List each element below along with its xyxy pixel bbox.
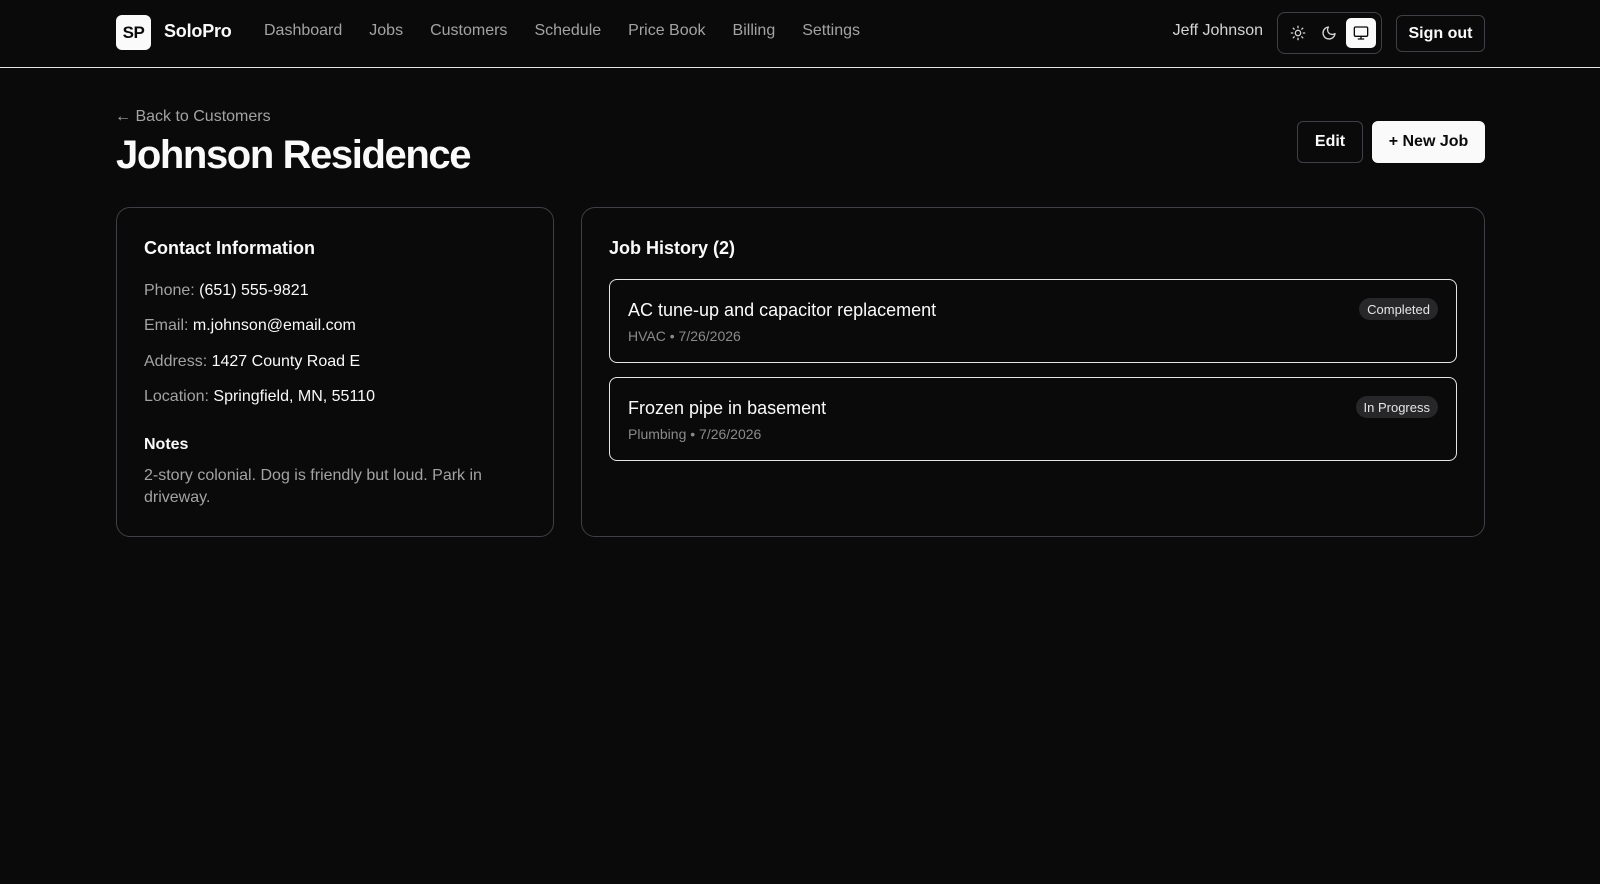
job-title: Frozen pipe in basement (628, 398, 827, 418)
status-badge: Completed (1359, 298, 1438, 320)
top-navigation-bar: SP SoloPro Dashboard Jobs Customers Sche… (0, 0, 1600, 68)
monitor-icon (1353, 26, 1369, 40)
job-item[interactable]: AC tune-up and capacitor replacement HVA… (609, 279, 1457, 363)
new-job-button[interactable]: + New Job (1372, 121, 1485, 163)
address-label: Address: (144, 353, 208, 370)
nav-item-billing[interactable]: Billing (733, 22, 776, 40)
location-row: Location: Springfield, MN, 55110 (144, 388, 375, 406)
theme-system-button[interactable] (1346, 18, 1377, 48)
contact-card-title: Contact Information (144, 238, 315, 258)
page-title: Johnson Residence (116, 133, 471, 177)
user-name: Jeff Johnson (1172, 22, 1263, 39)
nav-item-price-book[interactable]: Price Book (628, 22, 705, 40)
contact-information-card: Contact Information Phone: (651) 555-982… (116, 207, 554, 537)
back-to-customers-link[interactable]: ← Back to Customers (115, 108, 271, 126)
address-value: 1427 County Road E (211, 353, 361, 370)
sun-icon (1290, 25, 1306, 41)
phone-row: Phone: (651) 555-9821 (144, 282, 309, 300)
status-badge: In Progress (1355, 396, 1438, 418)
location-value: Springfield, MN, 55110 (213, 388, 375, 405)
app-name[interactable]: SoloPro (164, 21, 232, 42)
job-title: AC tune-up and capacitor replacement (628, 300, 937, 320)
phone-label: Phone: (144, 282, 195, 299)
edit-button[interactable]: Edit (1297, 121, 1363, 163)
main-nav: Dashboard Jobs Customers Schedule Price … (264, 22, 887, 40)
phone-value[interactable]: (651) 555-9821 (199, 282, 308, 299)
job-history-card: Job History (2) AC tune-up and capacitor… (581, 207, 1485, 537)
nav-item-jobs[interactable]: Jobs (369, 22, 403, 40)
job-history-title: Job History (2) (609, 238, 736, 258)
sign-out-button[interactable]: Sign out (1396, 15, 1485, 52)
theme-light-button[interactable] (1283, 18, 1313, 48)
nav-item-settings[interactable]: Settings (802, 22, 860, 40)
job-meta: HVAC • 7/26/2026 (628, 328, 741, 344)
notes-title: Notes (144, 436, 189, 453)
location-label: Location: (144, 388, 209, 405)
job-item[interactable]: Frozen pipe in basement Plumbing • 7/26/… (609, 377, 1457, 461)
job-meta: Plumbing • 7/26/2026 (628, 426, 762, 442)
email-row: Email: m.johnson@email.com (144, 317, 356, 335)
email-label: Email: (144, 317, 189, 334)
notes-text: 2-story colonial. Dog is friendly but lo… (144, 467, 482, 506)
nav-item-dashboard[interactable]: Dashboard (264, 22, 342, 40)
nav-item-schedule[interactable]: Schedule (534, 22, 601, 40)
moon-icon (1322, 26, 1337, 40)
theme-toggle (1277, 12, 1382, 54)
app-logo[interactable]: SP (116, 15, 151, 50)
nav-item-customers[interactable]: Customers (430, 22, 507, 40)
address-row: Address: 1427 County Road E (144, 353, 360, 371)
email-value[interactable]: m.johnson@email.com (193, 317, 356, 334)
theme-dark-button[interactable] (1314, 18, 1344, 48)
